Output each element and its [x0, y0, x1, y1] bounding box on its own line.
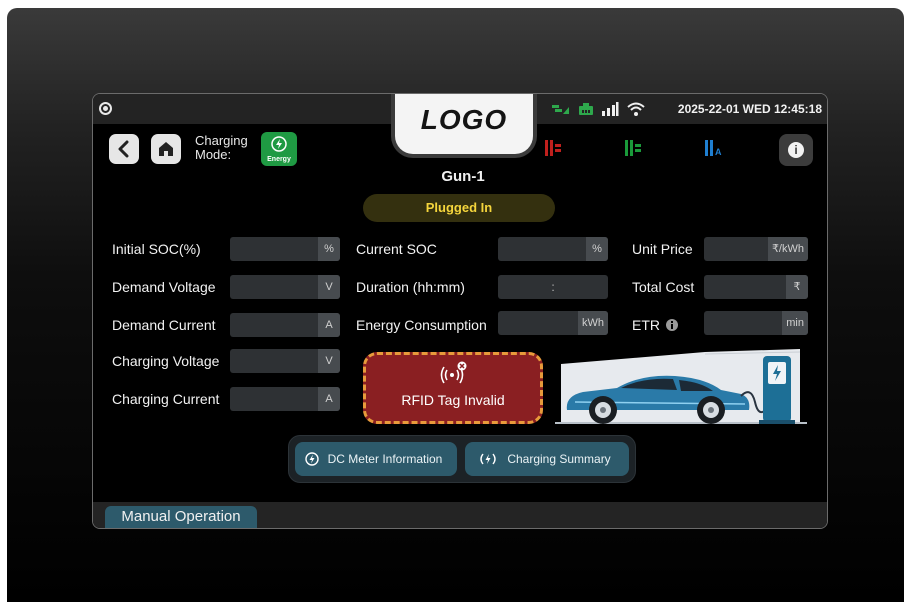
duration-label: Duration (hh:mm) [356, 279, 465, 295]
rfid-invalid-icon [440, 361, 467, 384]
charging-mode-label: Charging Mode: [195, 133, 248, 162]
chevron-left-icon [118, 140, 129, 158]
ethernet-icon [579, 103, 593, 115]
energy-consumption-label: Energy Consumption [356, 317, 487, 333]
charging-summary-button[interactable]: Charging Summary [465, 442, 629, 476]
demand-current-field: A [230, 313, 340, 337]
energy-badge-label: Energy [267, 156, 291, 163]
charging-current-label: Charging Current [112, 391, 220, 407]
total-cost-label: Total Cost [632, 279, 695, 295]
charging-voltage-field: V [230, 349, 340, 373]
charging-current-field: A [230, 387, 340, 411]
charging-network-icon [552, 105, 569, 114]
energy-mode-badge[interactable]: Energy [261, 132, 297, 166]
phase-y-icon [625, 140, 641, 156]
initial-soc-label: Initial SOC(%) [112, 241, 201, 257]
footer-bar: Manual Operation [93, 502, 827, 528]
lightning-icon [271, 136, 287, 152]
unit-price-field: ₹/kWh [704, 237, 808, 261]
bottom-button-group: DC Meter Information Charging Summary [288, 435, 636, 483]
demand-voltage-label: Demand Voltage [112, 279, 216, 295]
info-button[interactable]: i [779, 134, 813, 166]
initial-soc-field: % [230, 237, 340, 261]
charging-voltage-label: Charging Voltage [112, 353, 220, 369]
datetime-display: 2025-22-01 WED 12:45:18 [677, 102, 822, 116]
signal-strength-icon [602, 102, 619, 116]
etr-label: ETR [632, 317, 660, 333]
current-soc-label: Current SOC [356, 241, 437, 257]
back-button[interactable] [109, 134, 139, 164]
current-soc-field: % [498, 237, 608, 261]
demand-voltage-field: V [230, 275, 340, 299]
unit-price-label: Unit Price [632, 241, 693, 257]
rfid-alert: RFID Tag Invalid [363, 352, 543, 424]
logo: LOGO [420, 104, 508, 135]
charger-screen: 2025-22-01 WED 12:45:18 LOGO Charging Mo… [92, 93, 828, 529]
rfid-message: RFID Tag Invalid [401, 392, 505, 408]
home-button[interactable] [151, 134, 181, 164]
energy-consumption-field: kWh [498, 311, 608, 335]
gun-label: Gun-1 [441, 168, 485, 185]
dc-meter-information-button[interactable]: DC Meter Information [295, 442, 457, 476]
phase-r-icon [545, 140, 561, 156]
camera-icon [99, 102, 112, 115]
etr-field: min [704, 311, 808, 335]
duration-field: : [498, 275, 608, 299]
manual-operation-tab[interactable]: Manual Operation [105, 506, 257, 528]
ev-charging-illustration [555, 349, 807, 424]
svg-text:A: A [715, 147, 722, 157]
charging-summary-icon [480, 453, 496, 465]
home-icon [159, 142, 173, 156]
info-icon: i [788, 142, 804, 158]
lightning-circle-icon [305, 452, 319, 466]
total-cost-field: ₹ [704, 275, 808, 299]
status-badge: Plugged In [363, 194, 555, 222]
logo-tab: LOGO [395, 94, 533, 154]
wifi-icon [627, 102, 645, 116]
phase-a-icon: A [705, 140, 722, 157]
demand-current-label: Demand Current [112, 317, 216, 333]
etr-info-icon[interactable] [665, 318, 679, 332]
